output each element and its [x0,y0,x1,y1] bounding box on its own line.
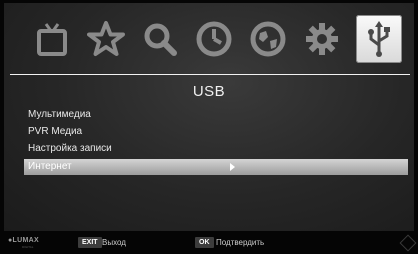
menu-item-internet[interactable]: Интернет [24,159,408,175]
lumax-logo-subtitle: DIGITAL [22,245,34,249]
menu-item-multimedia[interactable]: Мультимедиа [28,107,91,123]
category-icon-bar [4,9,414,71]
exit-key[interactable]: EXIT [78,237,102,248]
header-divider [10,74,410,75]
menu-screen: USB Мультимедиа PVR Медиа Настройка запи… [4,3,414,231]
footer-bar: ●LUMAX DIGITAL EXIT Выход OK Подтвердить [0,231,418,254]
star-icon[interactable] [84,17,128,61]
usb-icon[interactable] [356,15,402,63]
ok-key[interactable]: OK [195,237,214,248]
search-icon[interactable] [138,17,182,61]
menu-item-pvr-media[interactable]: PVR Медиа [28,124,82,140]
gear-icon[interactable] [300,17,344,61]
page-title: USB [192,83,226,100]
menu-item-record-settings[interactable]: Настройка записи [28,141,112,157]
ok-label: Подтвердить [216,238,265,247]
lumax-logo: ●LUMAX [8,237,39,244]
tv-icon[interactable] [30,17,74,61]
menu-item-internet-label: Интернет [28,161,72,172]
tv-frame: USB Мультимедиа PVR Медиа Настройка запи… [0,0,418,254]
exit-label: Выход [102,238,126,247]
clock-icon[interactable] [192,17,236,61]
globe-icon[interactable] [246,17,290,61]
diamond-icon [399,234,417,252]
arrow-right-icon [230,163,235,171]
